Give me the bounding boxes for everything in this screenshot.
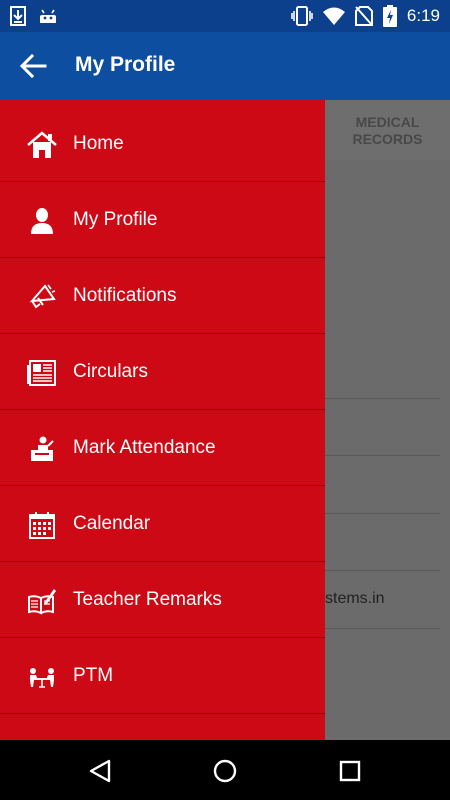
partial-email-text: stems.in — [325, 590, 385, 607]
person-icon — [31, 208, 53, 234]
book-pen-icon — [28, 589, 56, 615]
tab-medical-records[interactable]: MEDICAL RECORDS — [325, 100, 450, 160]
status-bar: 6:19 — [0, 0, 450, 32]
wifi-icon — [322, 7, 345, 25]
home-circle-icon[interactable] — [211, 757, 239, 785]
divider — [325, 398, 440, 399]
drawer-item-teacher-remarks[interactable]: Teacher Remarks — [0, 562, 325, 638]
drawer-item-circulars[interactable]: Circulars — [0, 334, 325, 410]
battery-charging-icon — [382, 5, 397, 27]
divider — [325, 570, 440, 571]
drawer-item-notifications[interactable]: Notifications — [0, 258, 325, 334]
drawer-item-label: PTM — [73, 665, 114, 686]
calendar-icon — [29, 512, 55, 539]
back-triangle-icon[interactable] — [86, 757, 114, 785]
drawer-item-label: Mark Attendance — [73, 437, 216, 458]
navigation-drawer: Home My Profile Notifications Circulars — [0, 100, 325, 740]
divider — [325, 455, 440, 456]
recents-square-icon[interactable] — [336, 757, 364, 785]
back-arrow-icon[interactable] — [18, 52, 48, 80]
drawer-item-my-profile[interactable]: My Profile — [0, 182, 325, 258]
drawer-item-label: Notifications — [73, 285, 177, 306]
drawer-item-label: Calendar — [73, 513, 151, 534]
app-bar: My Profile — [0, 32, 450, 100]
home-icon — [27, 131, 57, 158]
drawer-item-ptm[interactable]: PTM — [0, 638, 325, 714]
status-time: 6:19 — [406, 6, 440, 25]
vibrate-icon — [291, 6, 313, 26]
drawer-item-calendar[interactable]: Calendar — [0, 486, 325, 562]
newspaper-icon — [27, 360, 56, 386]
meeting-icon — [30, 668, 54, 688]
android-icon — [40, 9, 56, 23]
drawer-item-label: Teacher Remarks — [73, 589, 222, 610]
system-nav-bar — [0, 740, 450, 800]
page-title: My Profile — [75, 53, 176, 76]
drawer-item-mark-attendance[interactable]: Mark Attendance — [0, 410, 325, 486]
download-icon — [10, 6, 26, 26]
status-right-icons: 6:19 — [291, 5, 440, 27]
divider — [325, 628, 440, 629]
megaphone-icon — [29, 284, 56, 309]
attendance-icon — [31, 436, 54, 461]
no-sim-icon — [354, 6, 373, 26]
drawer-item-label: My Profile — [73, 209, 158, 230]
drawer-item-label: Home — [73, 133, 124, 154]
drawer-item-label: Circulars — [73, 361, 148, 382]
status-left-icons — [10, 6, 58, 26]
drawer-item-home[interactable]: Home — [0, 106, 325, 182]
divider — [325, 513, 440, 514]
